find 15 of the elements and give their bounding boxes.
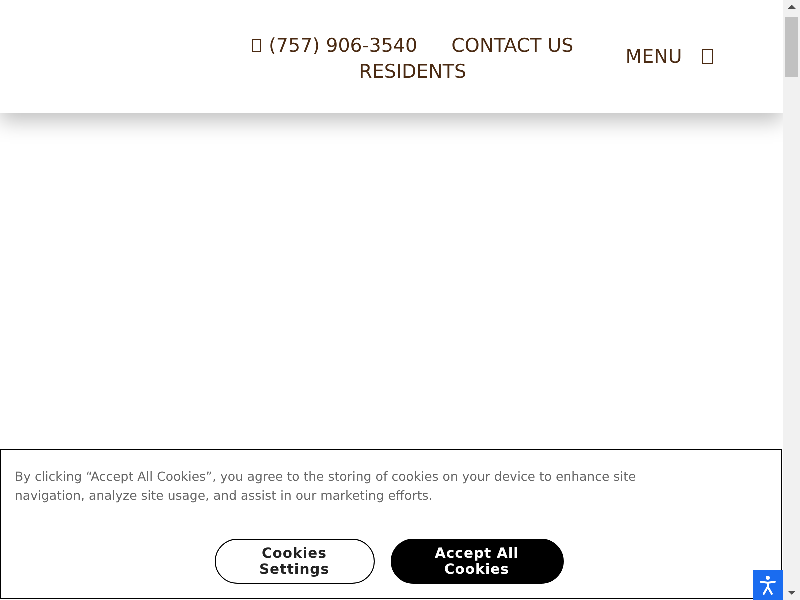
accessibility-icon bbox=[760, 575, 776, 595]
scroll-up-icon[interactable] bbox=[788, 5, 796, 9]
accept-button[interactable]: Accept All Cookies bbox=[390, 539, 564, 584]
phone-icon bbox=[252, 39, 261, 52]
settings-button[interactable]: Cookies Settings bbox=[214, 539, 374, 584]
nav-link[interactable]: RESIDENTS bbox=[359, 60, 467, 82]
nav-link[interactable]: CONTACT US bbox=[452, 34, 574, 56]
menu-icon bbox=[702, 49, 714, 64]
scrollbar[interactable] bbox=[783, 0, 800, 600]
menu-button[interactable]: MENU bbox=[626, 46, 714, 68]
scroll-thumb[interactable] bbox=[785, 17, 798, 77]
phone-link[interactable]: (757) 906-3540 bbox=[252, 34, 418, 56]
cookie-notice-text: By clicking “Accept All Cookies”, you agree to the storing of cookies on your device to enhance site navigation, analyze site usage, and assist in our marketing efforts. bbox=[15, 468, 638, 505]
accessibility-button[interactable] bbox=[753, 570, 783, 600]
scroll-down-icon[interactable] bbox=[788, 591, 796, 595]
